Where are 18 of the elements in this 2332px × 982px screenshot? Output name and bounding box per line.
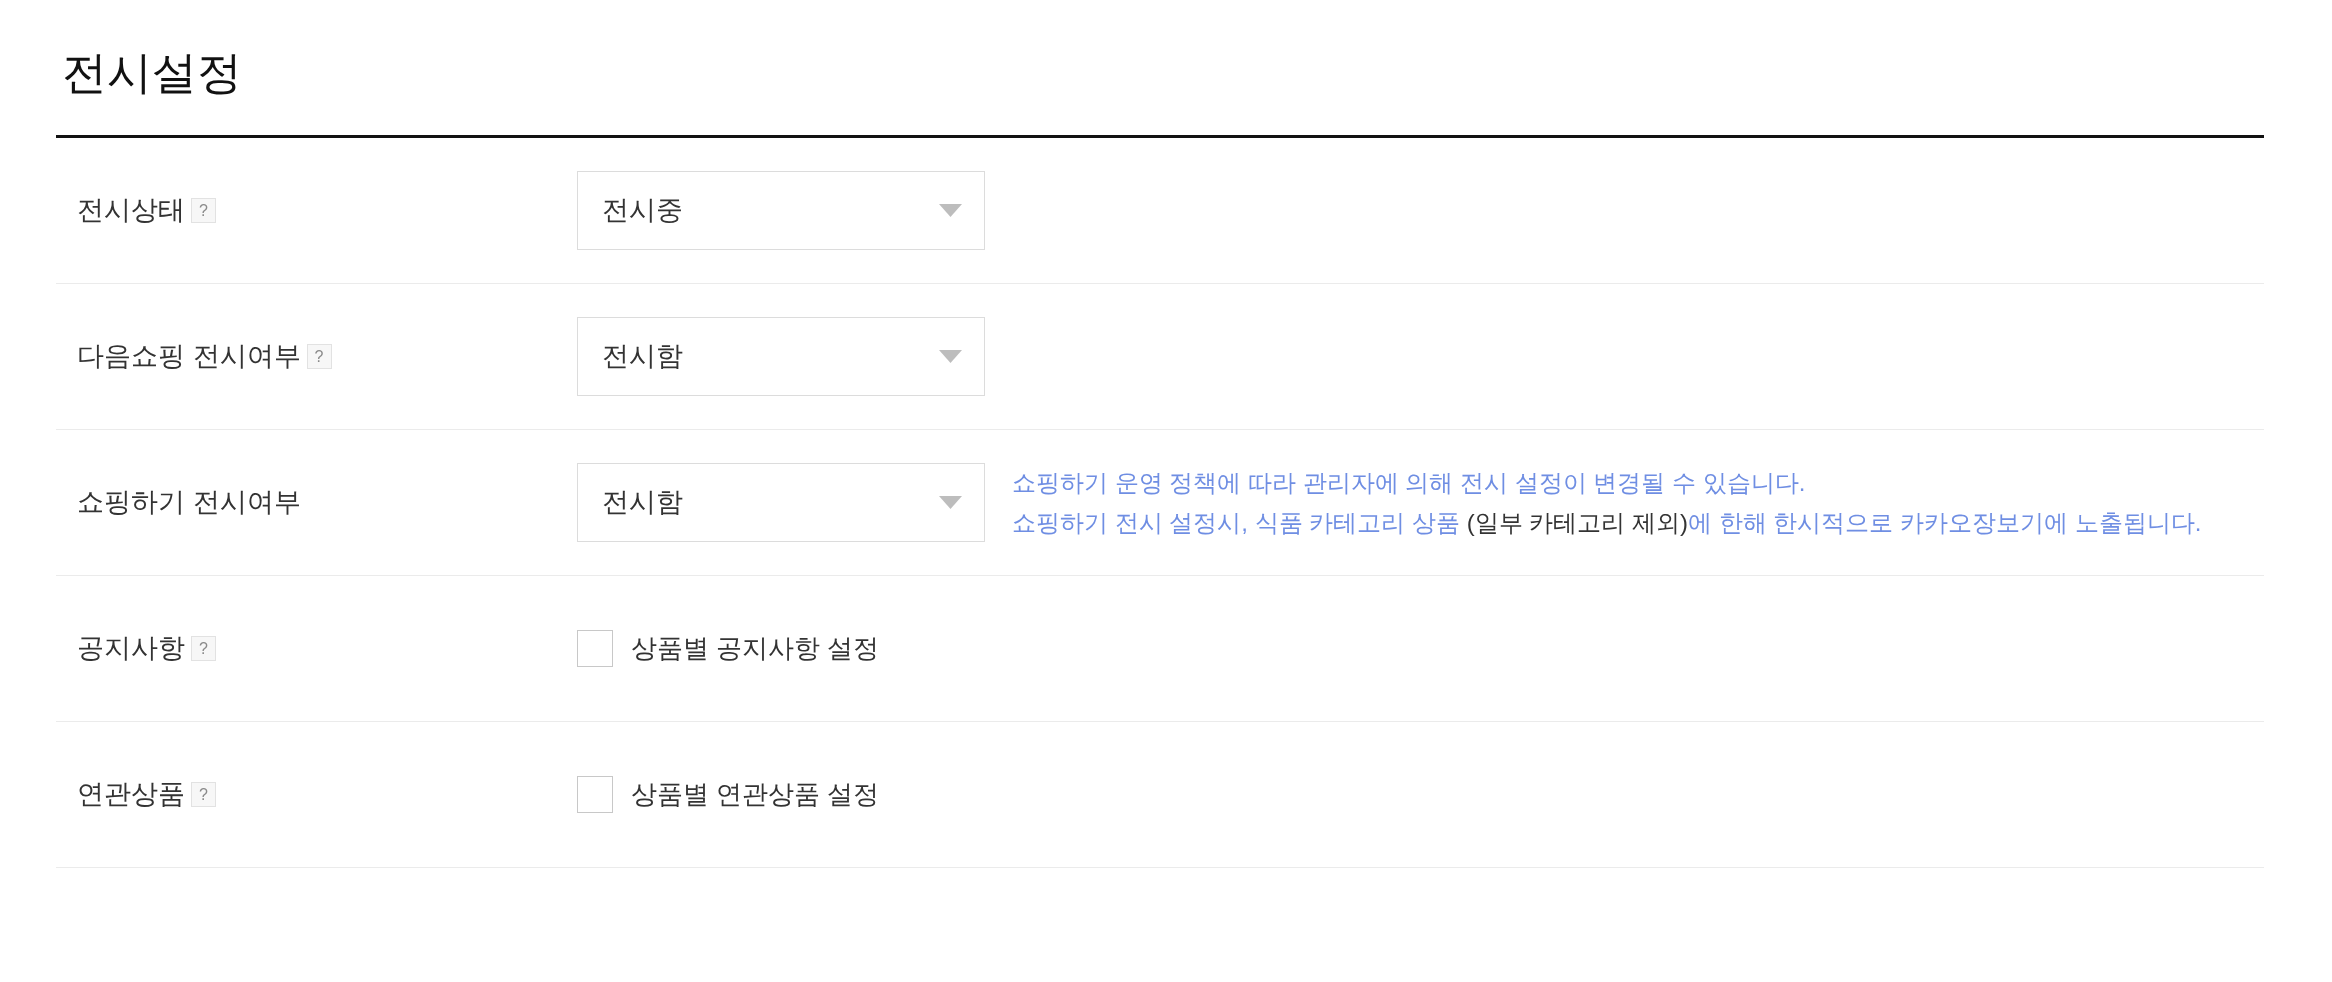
checkbox[interactable] [577,776,613,813]
caret-icon [939,496,962,509]
notice-text: 쇼핑하기 운영 정책에 따라 관리자에 의해 전시 설정이 변경될 수 있습니다. [1012,467,1807,498]
dropdown-select[interactable]: 전시함 [577,463,985,542]
field-label: 쇼핑하기 전시여부 [77,486,301,520]
checkbox-label[interactable]: 상품별 공지사항 설정 [631,629,880,668]
dropdown-select[interactable]: 전시함 [577,317,985,396]
caret-icon [939,350,962,363]
checkbox[interactable] [577,630,613,667]
dropdown-select[interactable]: 전시중 [577,171,985,250]
notice-text: 쇼핑하기 전시 설정시, 식품 카테고리 상품 (일부 카테고리 제외)에 한해 한시적으로 카카오장보기에 노출됩니다. [1012,507,2202,538]
checkbox-label[interactable]: 상품별 연관상품 설정 [631,775,880,814]
field-label: 공지사항 [77,632,185,666]
section-title: 전시설정 [62,45,242,100]
field-label: 다음쇼핑 전시여부 [77,340,301,374]
field-label: 연관상품 [77,778,185,812]
caret-icon [939,204,962,217]
field-label: 전시상태 [77,194,185,228]
